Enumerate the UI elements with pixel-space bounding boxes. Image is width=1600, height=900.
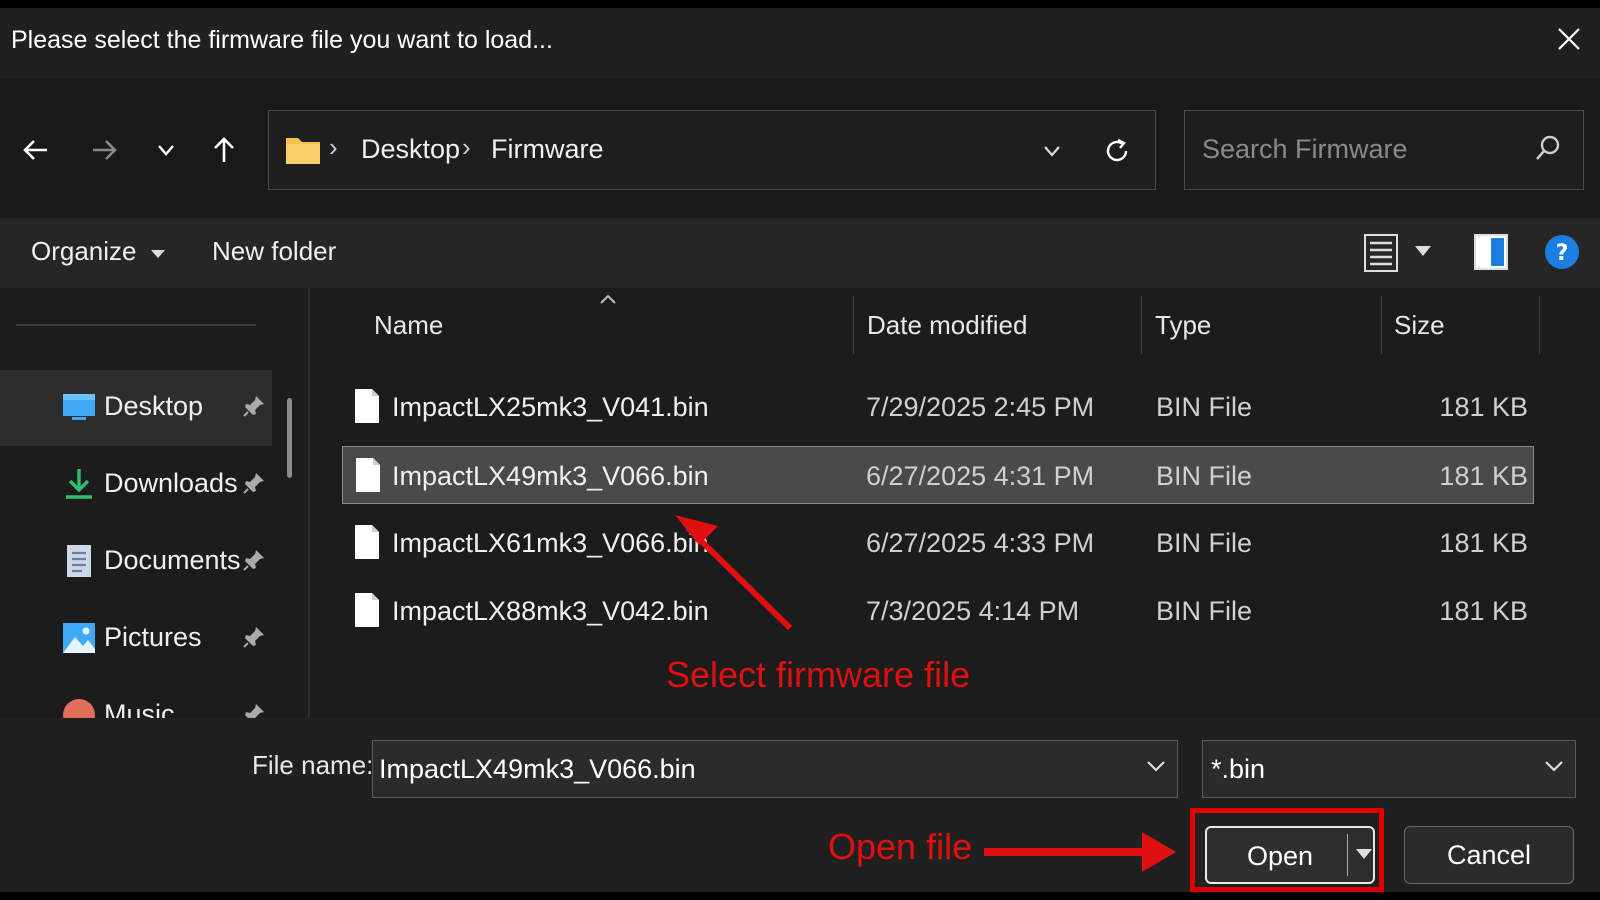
arrow-select-annotation bbox=[675, 515, 793, 631]
select-firmware-annotation: Select firmware file bbox=[666, 654, 971, 695]
open-button-highlight bbox=[1190, 808, 1384, 892]
annotation-overlay bbox=[675, 515, 1176, 872]
open-file-annotation: Open file bbox=[828, 826, 973, 867]
arrow-open-annotation bbox=[984, 832, 1176, 872]
